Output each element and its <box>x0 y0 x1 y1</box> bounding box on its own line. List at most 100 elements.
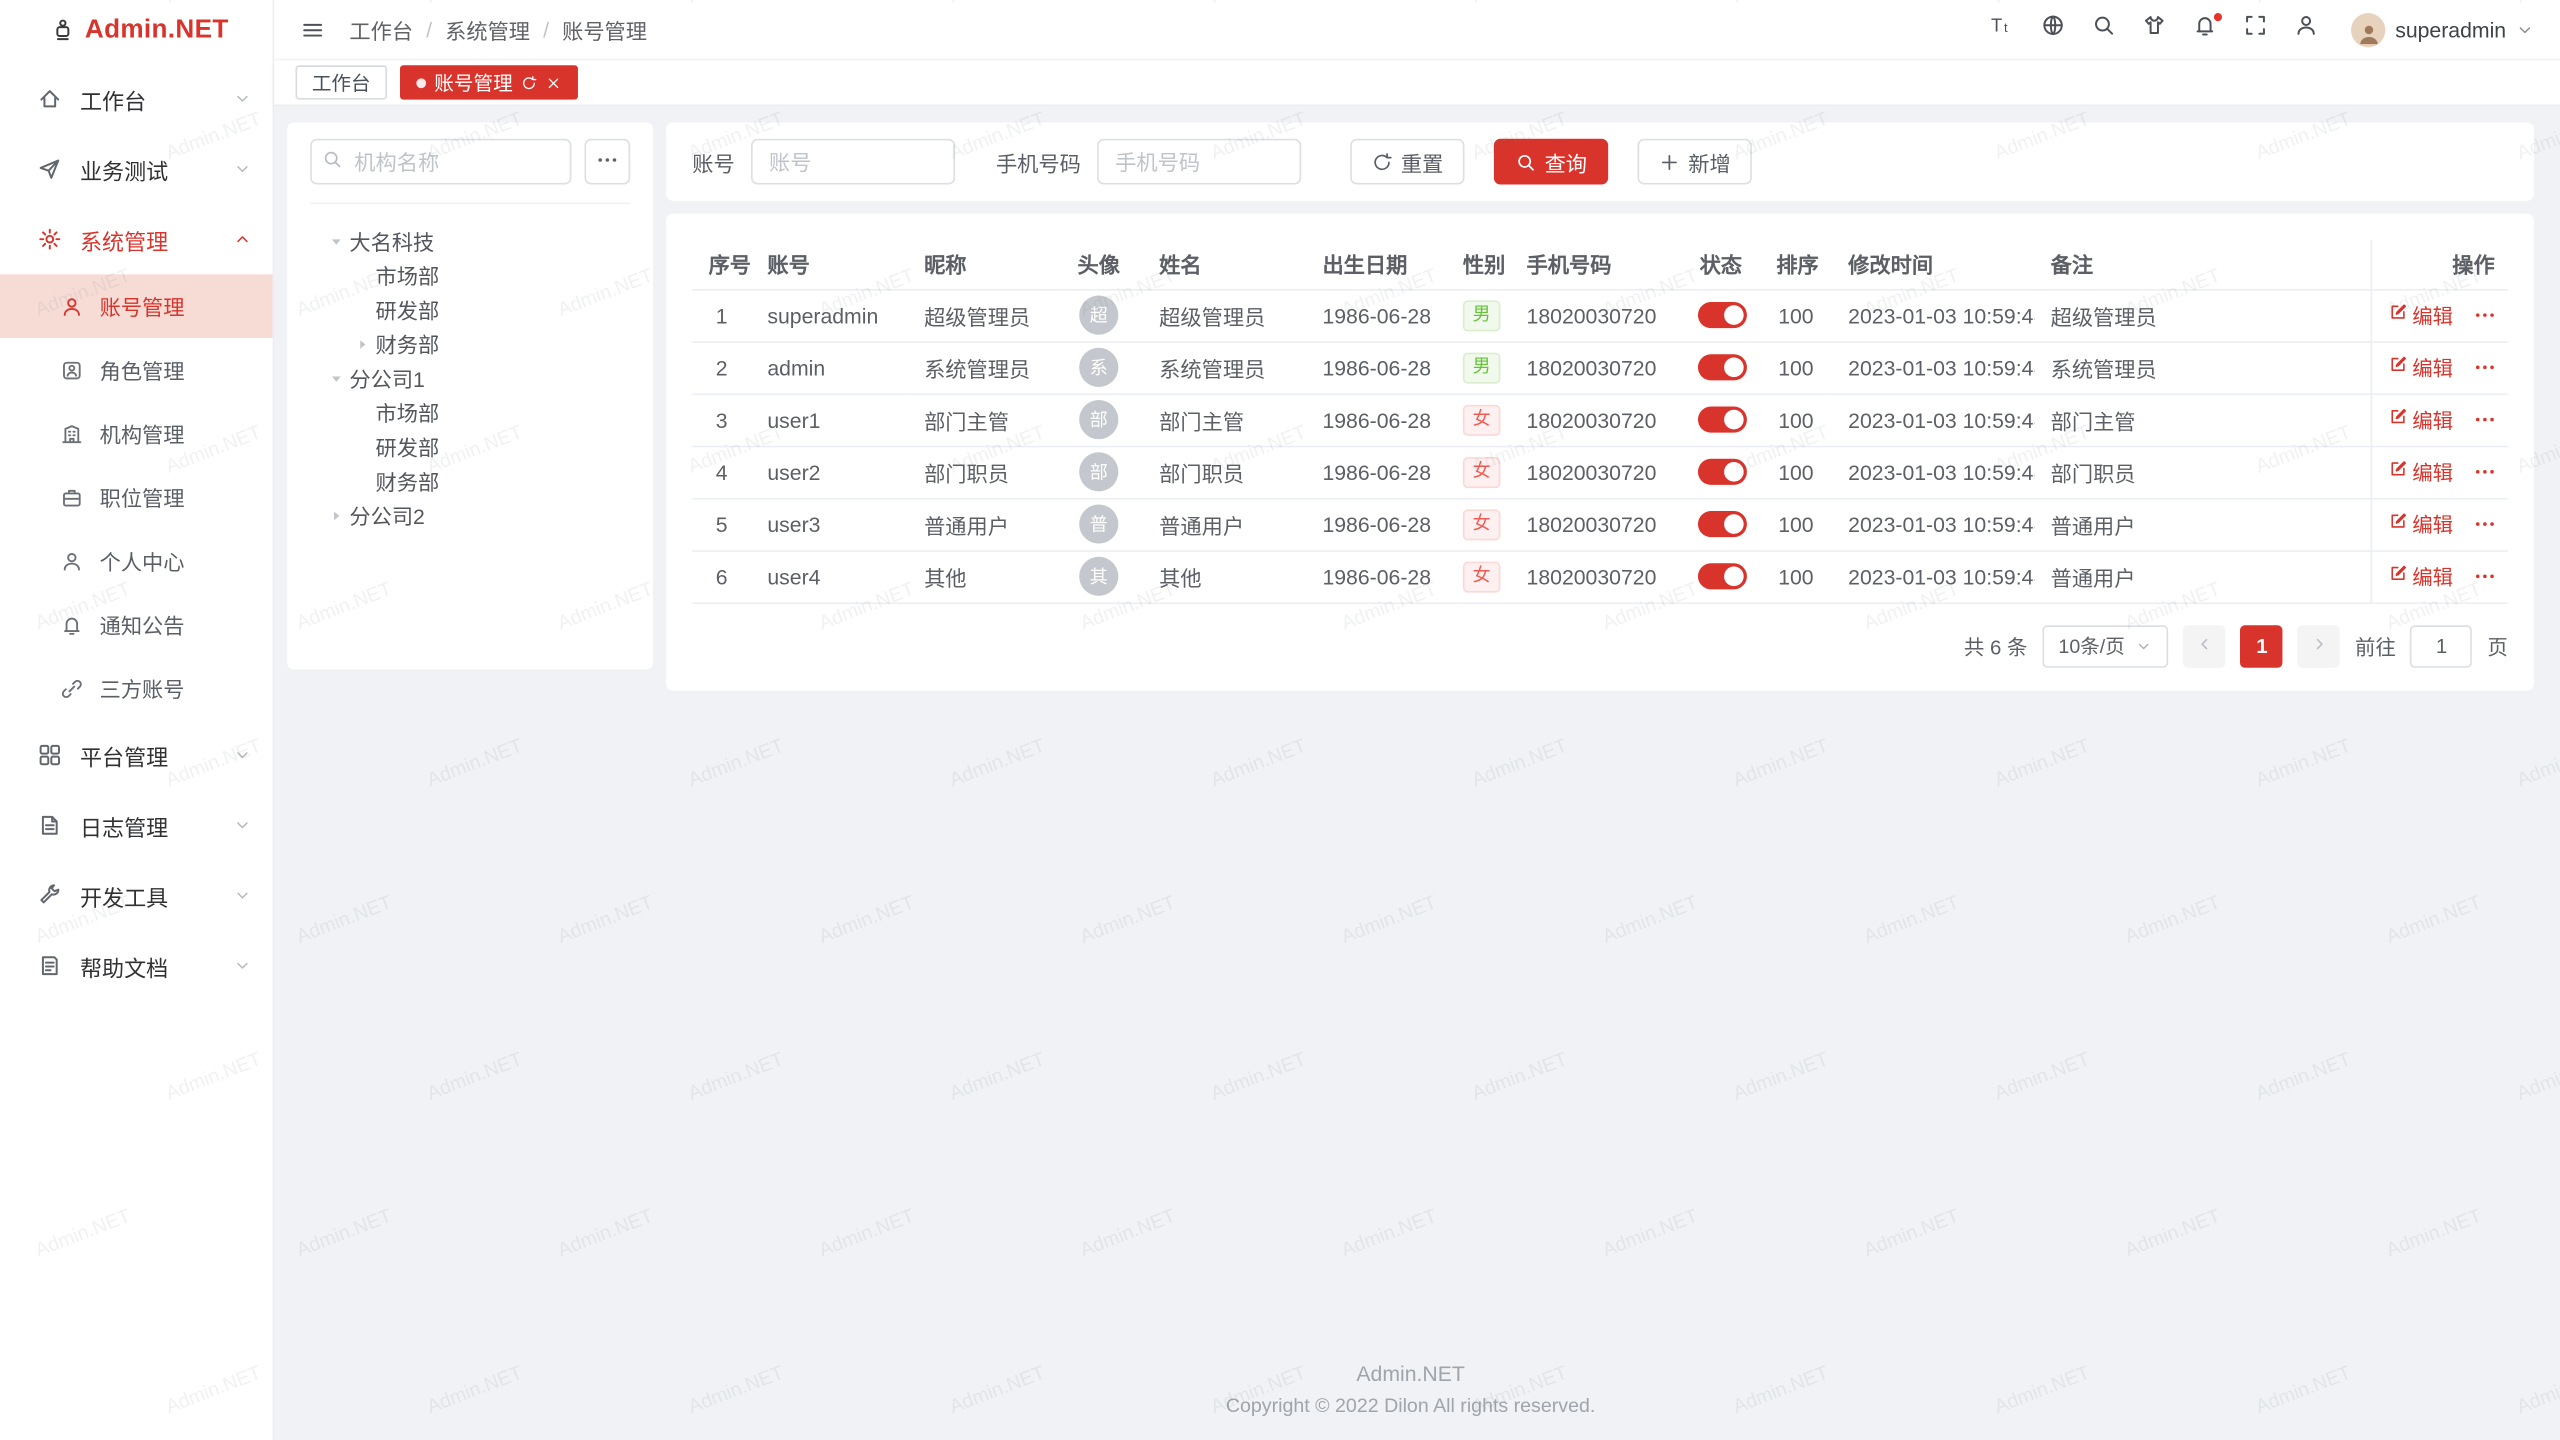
avatar: 系 <box>1079 348 1118 387</box>
row-more-button[interactable] <box>2473 407 2496 435</box>
add-button[interactable]: 新增 <box>1638 139 1752 185</box>
search-icon[interactable] <box>2088 15 2117 44</box>
page-size-select[interactable]: 10条/页 <box>2042 624 2169 666</box>
account-input[interactable] <box>751 139 955 185</box>
column-header-5: 出生日期 <box>1306 240 1446 289</box>
more-icon <box>2473 564 2496 592</box>
edit-button[interactable]: 编辑 <box>2388 404 2453 435</box>
sidebar-subitem-2-5[interactable]: 通知公告 <box>0 593 273 657</box>
next-page-button[interactable] <box>2298 624 2340 666</box>
sidebar-item-0[interactable]: 工作台 <box>0 64 273 134</box>
font-size-icon[interactable]: Tt <box>1987 15 2016 44</box>
row-more-button[interactable] <box>2473 303 2496 331</box>
row-more-button[interactable] <box>2473 564 2496 592</box>
edit-button[interactable]: 编辑 <box>2388 561 2453 592</box>
tree-caret-icon[interactable] <box>349 336 373 352</box>
cell-name: 超级管理员 <box>1143 289 1306 341</box>
reset-button[interactable]: 重置 <box>1350 139 1464 185</box>
tree-node-7[interactable]: 财务部 <box>310 464 630 498</box>
sidebar-subitem-2-6[interactable]: 三方账号 <box>0 656 273 720</box>
tree-node-2[interactable]: 研发部 <box>310 292 630 326</box>
row-more-button[interactable] <box>2473 355 2496 383</box>
logo[interactable]: Admin.NET <box>0 0 273 60</box>
row-more-button[interactable] <box>2473 512 2496 540</box>
notification-bell-icon[interactable] <box>2189 15 2218 44</box>
cell-nickname: 系统管理员 <box>908 341 1055 393</box>
prev-page-button[interactable] <box>2184 624 2226 666</box>
tree-caret-icon[interactable] <box>323 370 347 386</box>
logo-text: Admin.NET <box>85 16 229 45</box>
home-icon <box>38 87 64 111</box>
status-toggle[interactable] <box>1698 459 1747 485</box>
status-toggle[interactable] <box>1698 355 1747 381</box>
gender-badge: 男 <box>1463 352 1501 383</box>
sidebar-item-label: 开发工具 <box>80 879 233 912</box>
status-toggle[interactable] <box>1698 564 1747 590</box>
user-menu[interactable]: superadmin <box>2351 12 2534 46</box>
status-toggle[interactable] <box>1698 407 1747 433</box>
tree-node-0[interactable]: 大名科技 <box>310 224 630 258</box>
edit-button[interactable]: 编辑 <box>2388 300 2453 331</box>
edit-button[interactable]: 编辑 <box>2388 456 2453 487</box>
cell-no: 1 <box>692 289 751 341</box>
close-icon[interactable] <box>545 74 561 90</box>
sidebar-subitem-2-1[interactable]: 角色管理 <box>0 338 273 402</box>
sidebar-item-label: 平台管理 <box>80 739 233 772</box>
query-button[interactable]: 查询 <box>1494 139 1608 185</box>
status-toggle[interactable] <box>1698 511 1747 537</box>
sidebar-item-5[interactable]: 开发工具 <box>0 860 273 930</box>
tree-node-6[interactable]: 研发部 <box>310 429 630 463</box>
fullscreen-icon[interactable] <box>2240 15 2269 44</box>
edit-button[interactable]: 编辑 <box>2388 509 2453 540</box>
goto-unit: 页 <box>2487 630 2507 661</box>
tree-node-1[interactable]: 市场部 <box>310 258 630 292</box>
sidebar-subitem-2-2[interactable]: 机构管理 <box>0 402 273 466</box>
page-size-value: 10条/页 <box>2058 632 2124 660</box>
goto-page-input[interactable] <box>2411 624 2473 666</box>
sidebar-item-3[interactable]: 平台管理 <box>0 720 273 790</box>
theme-icon[interactable] <box>2139 15 2168 44</box>
tree-node-5[interactable]: 市场部 <box>310 395 630 429</box>
sidebar-item-1[interactable]: 业务测试 <box>0 134 273 204</box>
tree-node-8[interactable]: 分公司2 <box>310 498 630 532</box>
page-button-1[interactable]: 1 <box>2241 624 2283 666</box>
status-toggle[interactable] <box>1698 303 1747 329</box>
cell-avatar: 其 <box>1055 550 1143 602</box>
tree-node-4[interactable]: 分公司1 <box>310 361 630 395</box>
sidebar-subitem-2-0[interactable]: 账号管理 <box>0 274 273 338</box>
more-icon <box>2473 512 2496 540</box>
sidebar-item-4[interactable]: 日志管理 <box>0 790 273 860</box>
sidebar-subitem-2-3[interactable]: 职位管理 <box>0 465 273 529</box>
user-icon[interactable] <box>2291 15 2320 44</box>
tab-1[interactable]: 账号管理 <box>400 65 578 99</box>
column-header-11: 备注 <box>2034 240 2370 289</box>
reset-button-label: 重置 <box>1401 146 1443 177</box>
chevron-down-icon <box>2516 20 2534 38</box>
tree-caret-icon[interactable] <box>323 233 347 249</box>
gender-badge: 女 <box>1463 404 1501 435</box>
tab-0[interactable]: 工作台 <box>296 65 387 99</box>
org-more-button[interactable] <box>584 139 630 185</box>
breadcrumb-item-1[interactable]: 系统管理 <box>445 14 530 45</box>
pagination-total: 共 6 条 <box>1964 630 2028 661</box>
sidebar-item-2[interactable]: 系统管理 <box>0 204 273 274</box>
cell-sort: 100 <box>1760 446 1832 498</box>
breadcrumb-item-2[interactable]: 账号管理 <box>562 14 647 45</box>
tree-node-3[interactable]: 财务部 <box>310 327 630 361</box>
cell-sort: 100 <box>1760 289 1832 341</box>
menu-collapse-icon[interactable] <box>300 17 324 41</box>
tree-caret-icon[interactable] <box>323 507 347 523</box>
breadcrumb-item-0[interactable]: 工作台 <box>349 14 413 45</box>
cell-actions: 编辑 <box>2371 550 2508 602</box>
column-header-0: 序号 <box>692 240 751 289</box>
refresh-icon[interactable] <box>521 74 537 90</box>
phone-input[interactable] <box>1097 139 1301 185</box>
sidebar-item-label: 系统管理 <box>80 223 233 256</box>
edit-button[interactable]: 编辑 <box>2388 352 2453 383</box>
sidebar-subitem-2-4[interactable]: 个人中心 <box>0 529 273 593</box>
sidebar-item-6[interactable]: 帮助文档 <box>0 931 273 1001</box>
org-search-row <box>310 139 630 204</box>
row-more-button[interactable] <box>2473 460 2496 488</box>
locale-icon[interactable] <box>2038 15 2067 44</box>
org-search-input[interactable] <box>310 139 571 185</box>
